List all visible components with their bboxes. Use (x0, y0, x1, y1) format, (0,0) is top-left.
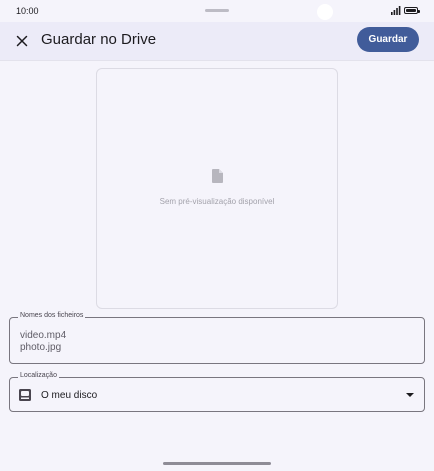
file-names-label: Nomes dos ficheiros (18, 312, 86, 319)
location-value: O meu disco (41, 390, 98, 401)
save-button[interactable]: Guardar (357, 27, 419, 52)
navigation-handle[interactable] (163, 462, 271, 465)
file-names-field[interactable]: Nomes dos ficheiros video.mp4 photo.jpg (9, 312, 425, 364)
file-names-value: video.mp4 photo.jpg (20, 330, 66, 354)
drive-icon (19, 389, 31, 401)
close-icon (16, 35, 28, 47)
signal-icon (391, 6, 401, 15)
close-button[interactable] (10, 29, 34, 53)
preview-card: Sem pré-visualização disponível (96, 68, 338, 309)
battery-icon (404, 7, 420, 14)
file-name-item: video.mp4 (20, 330, 67, 341)
status-bar: 10:00 (0, 0, 434, 22)
status-pill (205, 9, 229, 12)
status-time: 10:00 (16, 6, 39, 16)
no-preview-message: Sem pré-visualização disponível (159, 197, 275, 206)
camera-cutout (317, 4, 333, 20)
app-bar: Guardar no Drive Guardar (0, 22, 434, 60)
location-dropdown[interactable]: Localização O meu disco (9, 372, 425, 412)
app-bar-divider (0, 60, 434, 61)
file-icon (212, 169, 223, 183)
dropdown-arrow-icon (406, 393, 414, 397)
location-label: Localização (18, 372, 59, 379)
page-title: Guardar no Drive (41, 31, 157, 48)
battery-level (406, 9, 416, 12)
file-name-item: photo.jpg (20, 342, 62, 353)
